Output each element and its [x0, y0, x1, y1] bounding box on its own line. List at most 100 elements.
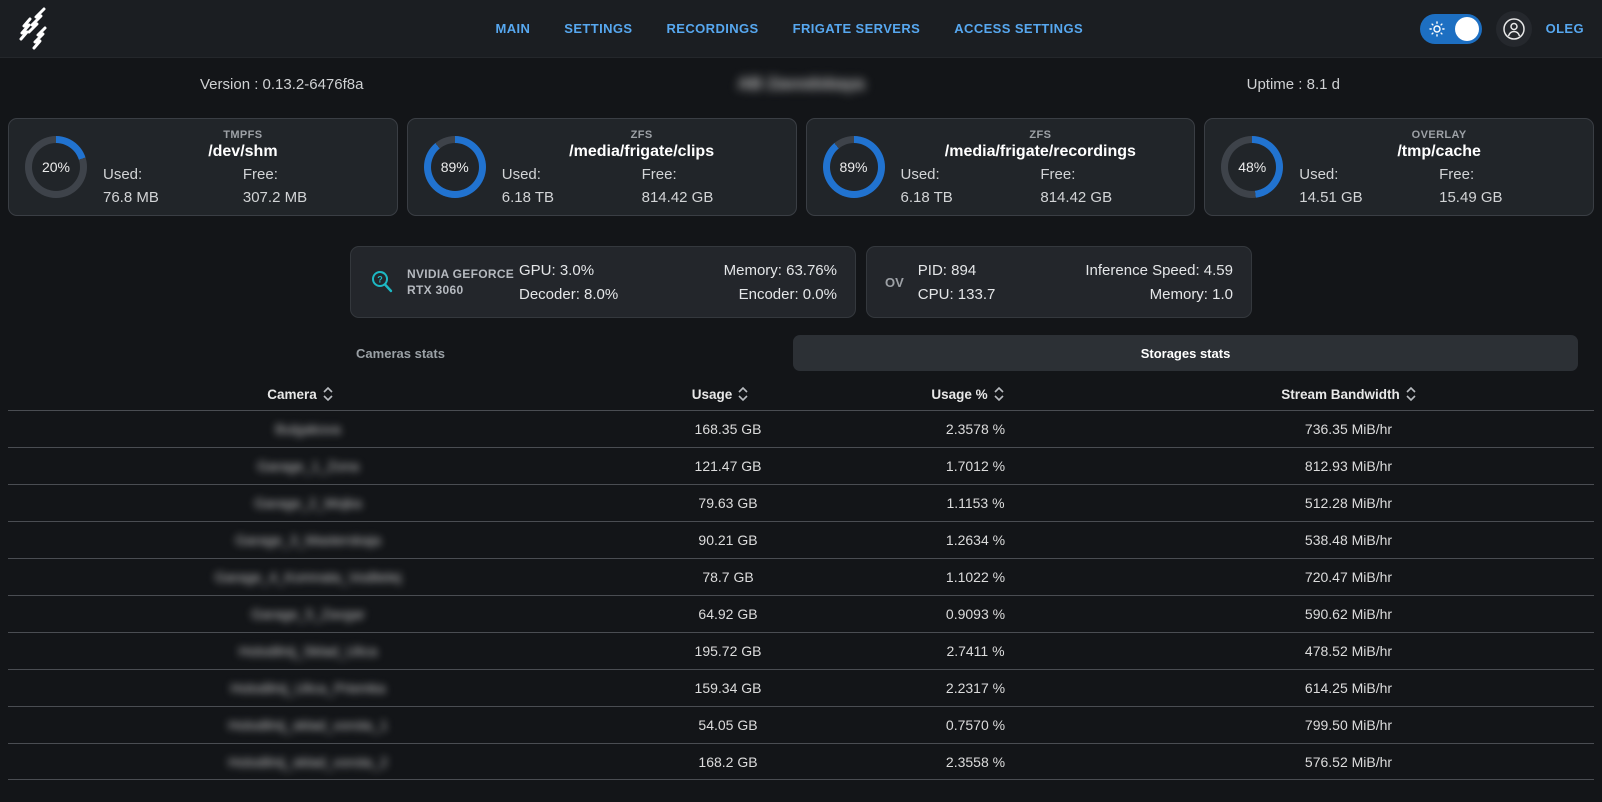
svg-text:?: ? — [377, 275, 383, 285]
storage-card-recordings: 89% ZFS /media/frigate/recordings Used: … — [806, 118, 1196, 216]
detector-memory: Memory: 1.0 — [1085, 286, 1233, 303]
nav-item-frigate-servers[interactable]: FRIGATE SERVERS — [793, 21, 921, 36]
nav-item-recordings[interactable]: RECORDINGS — [667, 21, 759, 36]
usage-donut: 89% — [424, 136, 486, 198]
free-value: 814.42 GB — [642, 189, 782, 206]
usage-cell: 159.34 GB — [608, 680, 848, 696]
tab-storages-stats[interactable]: Storages stats — [793, 335, 1578, 371]
bandwidth-cell: 812.93 MiB/hr — [1103, 458, 1594, 474]
detector-inference-speed: Inference Speed: 4.59 — [1085, 262, 1233, 279]
used-label: Used: — [502, 166, 642, 183]
navbar: MAIN SETTINGS RECORDINGS FRIGATE SERVERS… — [0, 0, 1602, 58]
usage-percent-cell: 2.7411 % — [848, 643, 1103, 659]
camera-name-cell: Garage_2_Mojka — [8, 495, 608, 511]
detector-card: OV PID: 894 CPU: 133.7 Inference Speed: … — [866, 246, 1252, 318]
detector-name: OV — [885, 275, 904, 290]
usage-cell: 168.35 GB — [608, 421, 848, 437]
column-label: Usage % — [931, 387, 987, 402]
bandwidth-cell: 720.47 MiB/hr — [1103, 569, 1594, 585]
donut-percent: 89% — [441, 159, 469, 175]
usage-percent-cell: 0.7570 % — [848, 717, 1103, 733]
camera-name-cell: Garage_1_Zona — [8, 458, 608, 474]
usage-cell: 78.7 GB — [608, 569, 848, 585]
fs-type: ZFS — [502, 129, 782, 141]
info-row: Version : 0.13.2-6476f8a AB Zavodskaya U… — [0, 58, 1602, 110]
tab-cameras-stats[interactable]: Cameras stats — [8, 335, 793, 371]
usage-percent-cell: 1.7012 % — [848, 458, 1103, 474]
camera-name-cell: Garage_5_Zavgar — [8, 606, 608, 622]
usage-percent-cell: 2.3578 % — [848, 421, 1103, 437]
table-row: Holodilnij_sklad_vorota_2 168.2 GB 2.355… — [8, 743, 1594, 780]
fs-type: OVERLAY — [1299, 129, 1579, 141]
free-value: 814.42 GB — [1040, 189, 1180, 206]
used-label: Used: — [103, 166, 243, 183]
table-row: Garage_1_Zona 121.47 GB 1.7012 % 812.93 … — [8, 447, 1594, 484]
usage-cell: 121.47 GB — [608, 458, 848, 474]
person-icon — [1502, 17, 1526, 41]
nav-item-main[interactable]: MAIN — [495, 21, 530, 36]
donut-percent: 48% — [1238, 159, 1266, 175]
server-title-redacted: AB Zavodskaya — [738, 74, 865, 94]
nav-item-access-settings[interactable]: ACCESS SETTINGS — [954, 21, 1083, 36]
mount-path: /media/frigate/clips — [502, 143, 782, 161]
sort-icon — [323, 386, 333, 402]
used-value: 14.51 GB — [1299, 189, 1439, 206]
gpu-decoder: Decoder: 8.0% — [519, 286, 618, 303]
usage-cell: 168.2 GB — [608, 754, 848, 770]
usage-cell: 64.92 GB — [608, 606, 848, 622]
stats-tabs: Cameras stats Storages stats — [8, 335, 1578, 371]
mount-path: /tmp/cache — [1299, 143, 1579, 161]
usage-cell: 195.72 GB — [608, 643, 848, 659]
column-header-usage[interactable]: Usage — [600, 386, 840, 402]
nav-item-settings[interactable]: SETTINGS — [564, 21, 632, 36]
bandwidth-cell: 538.48 MiB/hr — [1103, 532, 1594, 548]
user-avatar[interactable] — [1496, 11, 1532, 47]
camera-name-cell: Holodilnij_sklad_vorota_2 — [8, 754, 608, 770]
usage-percent-cell: 1.2634 % — [848, 532, 1103, 548]
free-label: Free: — [1040, 166, 1180, 183]
used-value: 6.18 TB — [901, 189, 1041, 206]
mount-path: /dev/shm — [103, 143, 383, 161]
usage-donut: 89% — [823, 136, 885, 198]
usage-percent-cell: 2.2317 % — [848, 680, 1103, 696]
usage-percent-cell: 1.1153 % — [848, 495, 1103, 511]
used-label: Used: — [901, 166, 1041, 183]
sort-icon — [1406, 386, 1416, 402]
fs-type: ZFS — [901, 129, 1181, 141]
free-label: Free: — [243, 166, 383, 183]
usage-cell: 79.63 GB — [608, 495, 848, 511]
table-row: Holodilnij_Sklad_Ulica 195.72 GB 2.7411 … — [8, 632, 1594, 669]
storage-card-tmpfs: 20% TMPFS /dev/shm Used: 76.8 MB Free: 3… — [8, 118, 398, 216]
column-label: Camera — [267, 387, 317, 402]
camera-name-cell: Holodilnij_Ulica_Priemka — [8, 680, 608, 696]
hardware-row: ? NVIDIA GEFORCE RTX 3060 GPU: 3.0% Deco… — [0, 246, 1602, 318]
username-menu[interactable]: OLEG — [1546, 21, 1584, 36]
column-header-bandwidth[interactable]: Stream Bandwidth — [1095, 386, 1602, 402]
table-row: Garage_2_Mojka 79.63 GB 1.1153 % 512.28 … — [8, 484, 1594, 521]
bandwidth-cell: 590.62 MiB/hr — [1103, 606, 1594, 622]
free-value: 15.49 GB — [1439, 189, 1579, 206]
free-label: Free: — [1439, 166, 1579, 183]
gpu-name: NVIDIA GEFORCE RTX 3060 — [407, 266, 519, 298]
gpu-memory: Memory: 63.76% — [724, 262, 837, 279]
column-header-camera[interactable]: Camera — [0, 386, 600, 402]
mount-path: /media/frigate/recordings — [901, 143, 1181, 161]
sort-icon — [994, 386, 1004, 402]
column-header-usage-pct[interactable]: Usage % — [840, 386, 1095, 402]
used-value: 6.18 TB — [502, 189, 642, 206]
table-row: Holodilnij_sklad_vorota_1 54.05 GB 0.757… — [8, 706, 1594, 743]
camera-name-cell: Garage_4_Komnata_Voditelej — [8, 569, 608, 585]
frigate-logo-icon — [14, 6, 58, 52]
donut-percent: 20% — [42, 159, 70, 175]
used-value: 76.8 MB — [103, 189, 243, 206]
detector-pid: PID: 894 — [918, 262, 996, 279]
table-body: Bulgakova 168.35 GB 2.3578 % 736.35 MiB/… — [0, 410, 1602, 780]
sun-icon — [1429, 21, 1445, 37]
camera-name-cell: Holodilnij_sklad_vorota_1 — [8, 717, 608, 733]
table-row: Holodilnij_Ulica_Priemka 159.34 GB 2.231… — [8, 669, 1594, 706]
donut-percent: 89% — [839, 159, 867, 175]
theme-toggle[interactable] — [1420, 14, 1482, 44]
storage-cards-row: 20% TMPFS /dev/shm Used: 76.8 MB Free: 3… — [8, 118, 1594, 216]
fs-type: TMPFS — [103, 129, 383, 141]
table-row: Garage_3_Masterskaja 90.21 GB 1.2634 % 5… — [8, 521, 1594, 558]
